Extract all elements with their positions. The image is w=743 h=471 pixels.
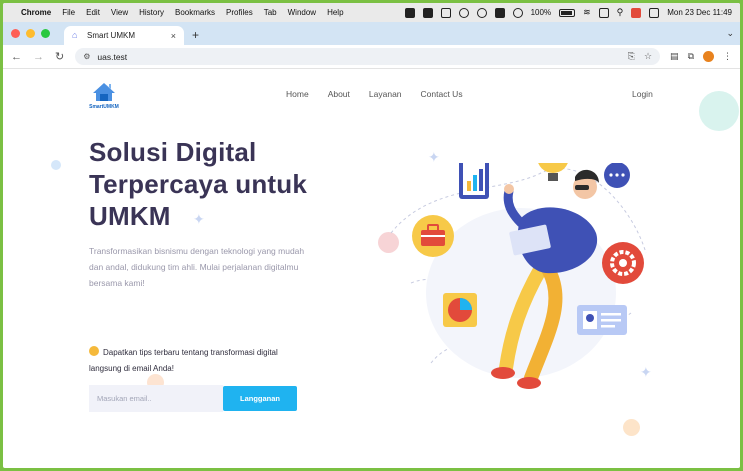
translate-icon[interactable]: ⎘ — [628, 51, 635, 62]
decor-circle-blue — [51, 160, 61, 170]
site-info-icon[interactable]: ⚙ — [83, 52, 90, 61]
lightbulb-icon — [538, 163, 568, 181]
id-card-icon — [577, 305, 627, 335]
newsletter-tips-text: Dapatkan tips terbaru tentang transforma… — [89, 348, 278, 373]
bookmark-star-icon[interactable]: ☆ — [644, 51, 652, 62]
report-chart-icon — [459, 163, 489, 199]
close-window-button[interactable] — [11, 29, 20, 38]
house-icon: ⌂ — [72, 30, 78, 40]
logo-text: SmartUMKM — [89, 104, 119, 110]
menu-app-chrome[interactable]: Chrome — [21, 8, 51, 17]
menu-edit[interactable]: Edit — [86, 8, 100, 17]
main-nav: Home About Layanan Contact Us — [286, 89, 463, 99]
nav-home[interactable]: Home — [286, 89, 309, 99]
menu-history[interactable]: History — [139, 8, 164, 17]
tab-close-button[interactable]: × — [171, 31, 176, 41]
nav-contact-us[interactable]: Contact Us — [421, 89, 463, 99]
menu-bookmarks[interactable]: Bookmarks — [175, 8, 215, 17]
switch-icon[interactable] — [649, 7, 660, 18]
profile-avatar[interactable] — [703, 51, 714, 62]
chat-bubble-icon — [604, 163, 630, 188]
menu-datetime[interactable]: Mon 23 Dec 11:49 — [667, 8, 732, 17]
dropbox-icon[interactable] — [404, 7, 415, 18]
menu-file[interactable]: File — [62, 8, 75, 17]
control-center-icon[interactable] — [598, 7, 609, 18]
back-arrow-icon[interactable]: ← — [11, 51, 22, 63]
emoji-icon — [89, 346, 99, 356]
tab-bar: ⌂ Smart UMKM × + ⌄ — [3, 22, 740, 45]
clock-icon[interactable] — [512, 7, 523, 18]
subscribe-button[interactable]: Langganan — [223, 386, 297, 411]
reload-icon[interactable]: ↻ — [55, 50, 64, 63]
app-b-icon[interactable] — [494, 7, 505, 18]
spotlight-icon[interactable]: ⚲ — [617, 7, 624, 18]
sync-icon[interactable] — [458, 7, 469, 18]
more-menu-icon[interactable]: ⋮ — [723, 51, 732, 62]
nav-login[interactable]: Login — [632, 89, 653, 99]
macos-menubar: Chrome File Edit View History Bookmarks … — [3, 3, 740, 22]
window-controls — [11, 22, 50, 45]
menu-help[interactable]: Help — [327, 8, 343, 17]
maximize-window-button[interactable] — [41, 29, 50, 38]
nav-about[interactable]: About — [328, 89, 350, 99]
menu-window[interactable]: Window — [288, 8, 316, 17]
siri-icon[interactable] — [631, 7, 642, 18]
hero-description: Transformasikan bisnismu dengan teknolog… — [89, 246, 305, 288]
tab-title: Smart UMKM — [87, 31, 135, 40]
logo-house-icon — [93, 83, 115, 101]
screen-icon[interactable] — [440, 7, 451, 18]
address-bar: ← → ↻ ⚙ uas.test ⎘ ☆ ▤ ⧉ ⋮ — [3, 45, 740, 69]
new-tab-button[interactable]: + — [192, 26, 199, 45]
gear-icon — [602, 242, 644, 284]
menu-view[interactable]: View — [111, 8, 128, 17]
web-page: ✦ ✦ ✦ SmartUMKM Home About Layanan Conta… — [3, 69, 740, 465]
forward-arrow-icon[interactable]: → — [33, 51, 44, 63]
pie-chart-icon — [443, 293, 477, 327]
email-input[interactable] — [89, 385, 223, 412]
reading-list-icon[interactable]: ▤ — [670, 51, 679, 62]
menu-tab[interactable]: Tab — [264, 8, 277, 17]
tab-smart-umkm[interactable]: ⌂ Smart UMKM × — [64, 26, 184, 45]
minimize-window-button[interactable] — [26, 29, 35, 38]
site-logo[interactable]: SmartUMKM — [87, 81, 121, 110]
briefcase-icon — [412, 215, 454, 257]
url-text: uas.test — [97, 51, 128, 62]
decor-circle-mint — [699, 91, 739, 131]
menu-profiles[interactable]: Profiles — [226, 8, 253, 17]
nav-layanan[interactable]: Layanan — [369, 89, 402, 99]
battery-icon[interactable] — [559, 8, 576, 17]
newsletter-tips: Dapatkan tips terbaru tentang transforma… — [89, 345, 304, 377]
wifi-icon[interactable]: ≋ — [583, 7, 591, 18]
hero-illustration — [390, 163, 647, 389]
play-icon[interactable] — [476, 7, 487, 18]
extensions-icon[interactable]: ⧉ — [688, 51, 694, 62]
hero-title: Solusi Digital Terpercaya untuk UMKM — [89, 137, 308, 231]
subscribe-form: Langganan — [89, 385, 297, 412]
battery-percent: 100% — [530, 8, 552, 17]
tab-search-chevron-icon[interactable]: ⌄ — [726, 28, 734, 39]
url-input[interactable]: ⚙ uas.test ⎘ ☆ — [75, 48, 661, 65]
browser-window: Chrome File Edit View History Bookmarks … — [3, 3, 740, 468]
status-app-icon[interactable] — [422, 7, 433, 18]
decor-circle-yellow — [623, 419, 640, 436]
